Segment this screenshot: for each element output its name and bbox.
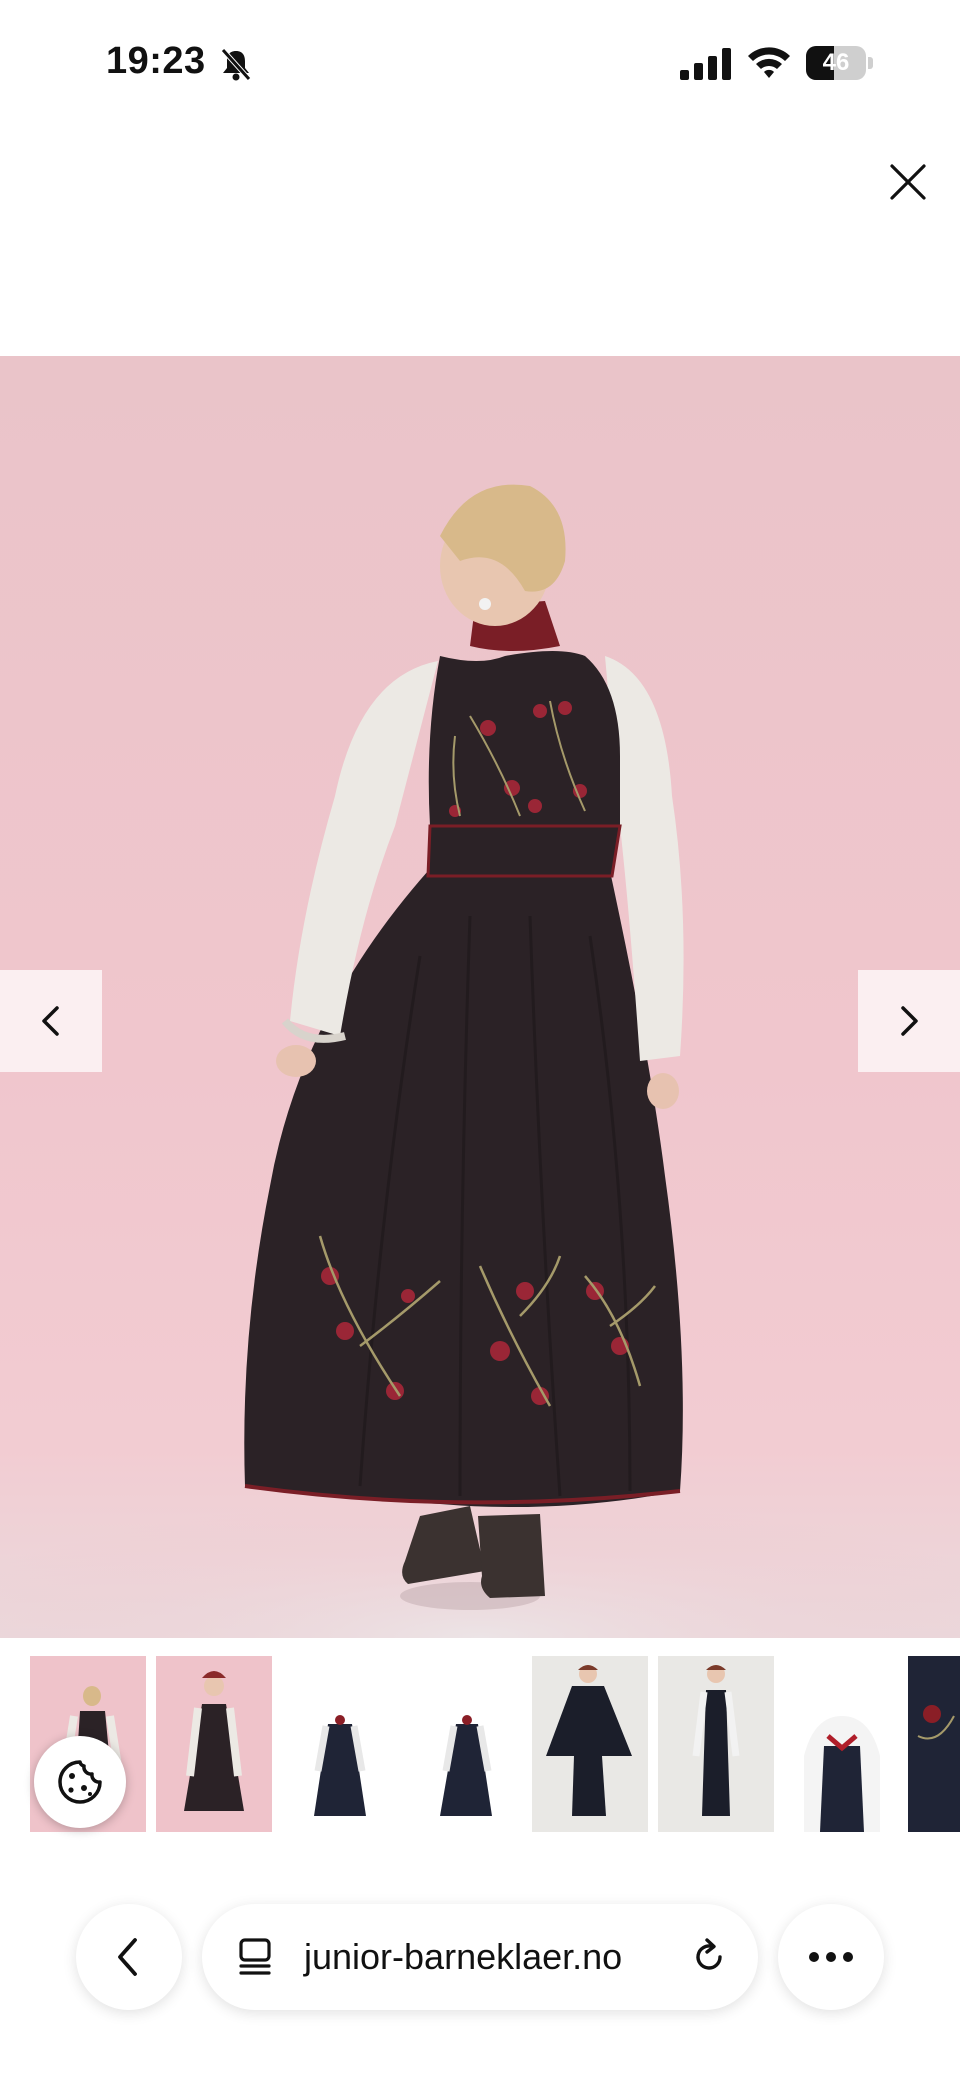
browser-toolbar: junior-barneklaer.no (0, 1880, 960, 2030)
cookie-settings-button[interactable] (34, 1736, 126, 1828)
chevron-left-icon (42, 1006, 59, 1036)
more-options-button[interactable] (778, 1904, 884, 2010)
battery-indicator: 46 (806, 46, 874, 80)
status-time: 19:23 (106, 40, 206, 82)
tabs-icon (239, 1938, 271, 1975)
bell-slash-icon (221, 48, 251, 81)
reload-icon[interactable] (688, 1936, 730, 1978)
browser-back-button[interactable] (76, 1904, 182, 2010)
cookie-icon (58, 1760, 102, 1804)
previous-image-button[interactable] (0, 970, 102, 1072)
thumbnail-7[interactable] (784, 1656, 900, 1832)
url-text: junior-barneklaer.no (304, 1936, 623, 1977)
address-bar[interactable]: junior-barneklaer.no (202, 1904, 758, 2010)
thumbnail-2[interactable] (156, 1656, 272, 1832)
wifi-icon (748, 47, 790, 78)
product-image[interactable] (0, 356, 960, 1638)
battery-level: 46 (822, 49, 850, 76)
product-photo (0, 484, 960, 1638)
cellular-signal-icon (680, 48, 731, 80)
status-bar: 19:23 46 (0, 0, 960, 130)
thumbnail-5[interactable] (532, 1656, 648, 1832)
close-icon[interactable] (886, 160, 930, 204)
more-horizontal-icon (809, 1952, 853, 1962)
thumbnail-6[interactable] (658, 1656, 774, 1832)
chevron-right-icon (901, 1006, 918, 1036)
thumbnail-8[interactable] (908, 1656, 960, 1832)
next-image-button[interactable] (858, 970, 960, 1072)
thumbnail-strip (0, 1656, 960, 1832)
chevron-left-icon (118, 1938, 137, 1976)
thumbnail-3[interactable] (282, 1656, 398, 1832)
thumbnail-4[interactable] (408, 1656, 524, 1832)
